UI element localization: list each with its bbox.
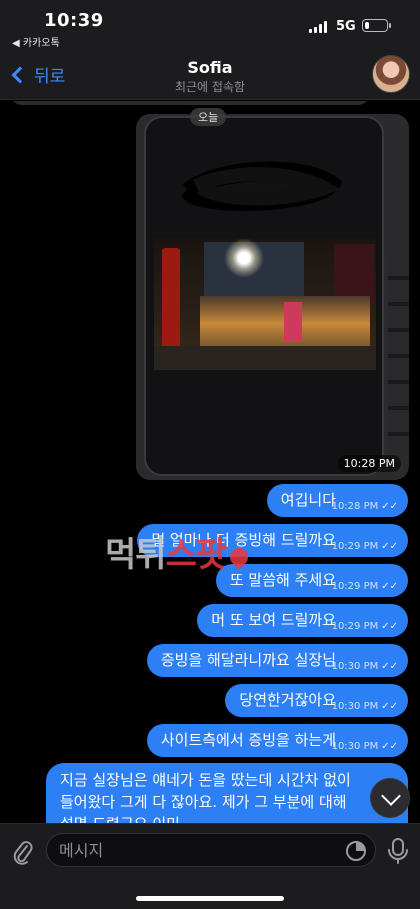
read-ticks-icon: ✓✓ [381,501,398,512]
location-pin-icon [226,543,252,570]
message-list[interactable]: 오늘 10:28 PM 먹튀스팟 여깁니다 10:28 PM ✓✓ 멀 얼마나 … [0,101,420,823]
contact-avatar[interactable] [372,55,410,93]
message-text: 증빙을 해달라니까요 실장님 [160,651,336,669]
photo-message[interactable]: 10:28 PM [136,114,409,480]
redaction-scribble [181,161,343,211]
message-meta: 10:30 PM ✓✓ [332,700,398,714]
sticker-icon[interactable] [345,840,367,862]
photo-content [144,116,384,476]
message-bubble[interactable]: 머 또 보여 드릴까요 10:29 PM ✓✓ [197,604,408,637]
message-line: 설명 드렸구요 이미 [60,813,394,823]
read-ticks-icon: ✓✓ [381,621,398,632]
message-meta: 10:30 PM ✓✓ [332,740,398,754]
clock: 10:39 [44,10,104,31]
read-ticks-icon: ✓✓ [381,701,398,712]
message-time: 10:30 PM [331,741,379,752]
home-indicator [136,896,284,901]
message-composer [0,823,420,909]
message-line: 들어왔다 그게 다 잖아요. 제가 그 부분에 대해 [60,793,347,811]
message-text: 사이트측에서 증빙을 하는게 [160,731,336,749]
read-ticks-icon: ✓✓ [381,581,398,592]
watermark-text-red: 스팟 [165,535,228,575]
storefront-image [154,238,376,370]
photo-timestamp: 10:28 PM [337,455,401,472]
message-meta: 10:28 PM ✓✓ [332,500,398,514]
message-time: 10:29 PM [331,621,379,632]
message-time: 10:29 PM [331,541,379,552]
keyboard-edge [388,254,409,454]
contact-status: 최근에 접속함 [174,80,246,94]
chat-header: 뒤로 Sofia 최근에 접속함 [0,50,420,100]
contact-name[interactable]: Sofia [0,58,420,77]
watermark-logo: 먹튀스팟 [105,527,252,576]
scroll-down-button[interactable] [370,778,410,818]
signal-icon [309,21,329,33]
message-meta: 10:29 PM ✓✓ [332,620,398,634]
paperclip-icon[interactable] [12,838,34,866]
message-text: 여깁니다 [280,491,336,509]
message-bubble[interactable]: 여깁니다 10:28 PM ✓✓ [266,484,408,517]
message-input[interactable] [46,833,376,867]
message-meta: 10:29 PM ✓✓ [332,540,398,554]
message-time: 10:28 PM [331,501,379,512]
message-bubble[interactable]: 당연한거잖아요 10:30 PM ✓✓ [225,684,408,717]
message-time: 10:30 PM [331,701,379,712]
message-time: 10:30 PM [331,661,379,672]
message-text: 당연한거잖아요 [239,691,336,709]
date-divider: 오늘 [190,108,227,126]
read-ticks-icon: ✓✓ [381,661,398,672]
message-meta: 10:29 PM ✓✓ [332,580,398,594]
battery-level [364,21,369,29]
watermark-text-gray: 먹튀 [105,535,167,575]
message-bubble[interactable]: 사이트측에서 증빙을 하는게 10:30 PM ✓✓ [146,724,408,757]
read-ticks-icon: ✓✓ [381,541,398,552]
message-line: 지금 실장님은 얘네가 돈을 땄는데 시간차 없이 [60,771,351,789]
status-bar: 10:39 ◀ 카카오톡 5G [0,0,420,50]
battery-icon [362,19,391,32]
message-bubble[interactable]: 증빙을 해달라니까요 실장님 10:30 PM ✓✓ [146,644,408,677]
read-ticks-icon: ✓✓ [381,741,398,752]
network-type: 5G [336,19,356,34]
previous-message-edge [10,101,370,105]
message-text: 머 또 보여 드릴까요 [211,611,336,629]
message-meta: 10:30 PM ✓✓ [332,660,398,674]
message-time: 10:29 PM [331,581,379,592]
return-to-app-link[interactable]: ◀ 카카오톡 [12,34,60,49]
message-bubble-long[interactable]: 지금 실장님은 얘네가 돈을 땄는데 시간차 없이 들어왔다 그게 다 잖아요.… [46,763,408,823]
microphone-icon[interactable] [385,837,411,865]
